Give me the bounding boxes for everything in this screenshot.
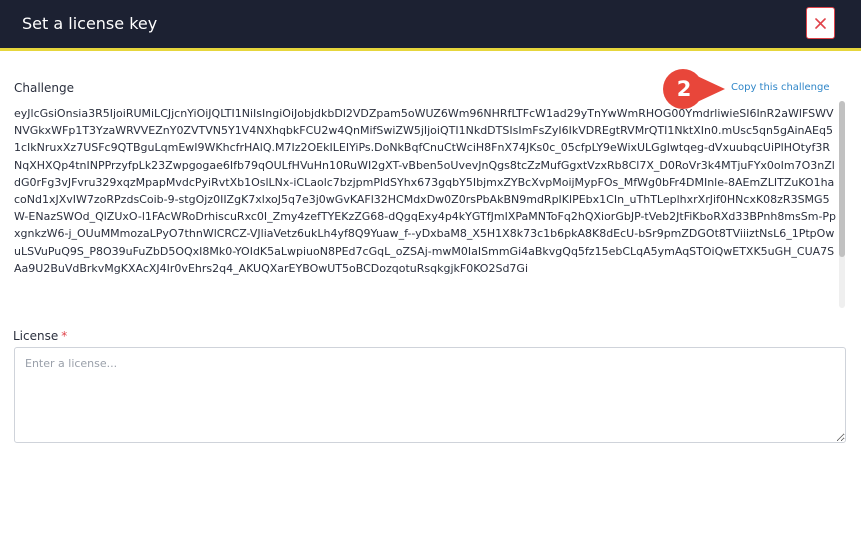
step-badge: 2 [661, 69, 727, 109]
required-marker: * [61, 329, 68, 343]
challenge-scrollbar-thumb[interactable] [839, 101, 845, 257]
challenge-text: eyJlcGsiOnsia3R5IjoiRUMiLCJjcnYiOiJQLTI1… [14, 107, 837, 275]
challenge-text-box[interactable]: eyJlcGsiOnsia3R5IjoiRUMiLCJjcnYiOiJQLTI1… [14, 104, 837, 308]
challenge-scrollbar[interactable] [839, 101, 845, 308]
challenge-label: Challenge [14, 81, 74, 95]
header-accent-bar [0, 48, 861, 51]
close-button[interactable] [806, 7, 835, 39]
dialog-title: Set a license key [22, 14, 158, 33]
license-label: License * [13, 327, 67, 345]
license-input[interactable] [14, 347, 846, 443]
close-icon [815, 18, 826, 29]
copy-challenge-link[interactable]: Copy this challenge [731, 81, 829, 95]
step-number: 2 [676, 77, 692, 101]
license-label-text: License [13, 329, 59, 343]
